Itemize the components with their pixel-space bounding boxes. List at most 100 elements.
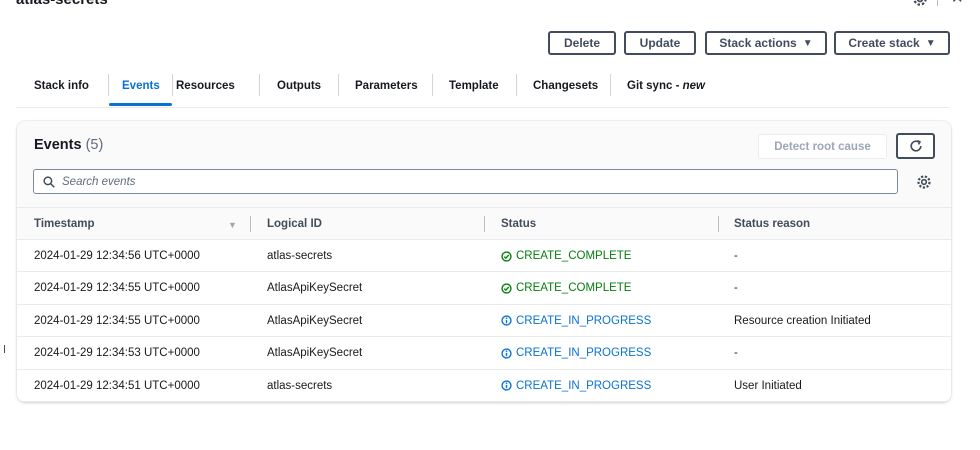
column-divider[interactable] [718, 216, 719, 232]
table-row: 2024-01-29 12:34:55 UTC+0000 AtlasApiKeyS… [17, 272, 951, 305]
create-stack-label: Create stack [848, 36, 920, 50]
cell-status: CREATE_IN_PROGRESS [501, 370, 651, 402]
tab-label: Outputs [277, 80, 322, 92]
info-circle-icon [501, 380, 512, 391]
table-row: 2024-01-29 12:34:55 UTC+0000 AtlasApiKeyS… [17, 304, 951, 338]
column-header-timestamp[interactable]: Timestamp [34, 208, 95, 240]
column-header-status[interactable]: Status [501, 208, 536, 240]
tab-label: Parameters [355, 80, 418, 92]
delete-button[interactable]: Delete [548, 31, 616, 55]
tab-stack-info[interactable]: Stack info [34, 68, 89, 104]
search-events-field[interactable] [33, 169, 898, 194]
status-text: CREATE_IN_PROGRESS [516, 314, 652, 327]
tab-divider [338, 74, 339, 96]
cell-logical-id: AtlasApiKeySecret [267, 314, 363, 327]
edge-marker [4, 345, 5, 353]
tab-template[interactable]: Template [449, 68, 499, 104]
column-header-logical-id[interactable]: Logical ID [267, 208, 322, 240]
gear-icon[interactable] [916, 174, 932, 190]
tab-outputs[interactable]: Outputs [277, 68, 321, 104]
tab-divider [610, 74, 611, 96]
column-header-status-reason[interactable]: Status reason [734, 208, 810, 240]
events-panel: Events (5) Detect root cause Timestamp ▼ [17, 121, 951, 402]
gear-icon[interactable] [911, 0, 929, 8]
cell-timestamp: 2024-01-29 12:34:55 UTC+0000 [34, 314, 200, 327]
new-badge: new [682, 80, 705, 92]
cell-status: CREATE_COMPLETE [501, 240, 631, 272]
detect-root-cause-button[interactable]: Detect root cause [758, 134, 887, 159]
status-text: CREATE_IN_PROGRESS [516, 347, 652, 360]
header-divider [937, 0, 938, 6]
tab-changesets[interactable]: Changesets [533, 68, 598, 104]
status-text: CREATE_COMPLETE [516, 250, 632, 262]
column-header-label: Status [501, 218, 537, 230]
events-panel-header: Events (5) Detect root cause [17, 121, 951, 207]
tab-label: Template [449, 80, 499, 92]
info-circle-icon [501, 315, 512, 326]
cell-status-reason: Resource creation Initiated [734, 314, 871, 327]
tab-label: Events [122, 80, 160, 92]
events-count: (5) [85, 137, 104, 153]
cell-logical-id: AtlasApiKeySecret [267, 347, 363, 360]
cell-status-reason: - [734, 347, 738, 360]
status-text: CREATE_IN_PROGRESS [516, 379, 652, 392]
refresh-button[interactable] [896, 133, 935, 159]
check-circle-icon [501, 250, 512, 262]
tab-divider [516, 74, 517, 96]
stack-actions-label: Stack actions [719, 36, 797, 50]
tab-label: Stack info [34, 80, 89, 92]
delete-button-label: Delete [563, 36, 601, 50]
cell-timestamp: 2024-01-29 12:34:51 UTC+0000 [34, 379, 200, 392]
cell-status: CREATE_IN_PROGRESS [501, 305, 651, 337]
refresh-icon [909, 139, 922, 152]
events-title: Events [34, 137, 82, 153]
tab-divider [172, 74, 173, 96]
tab-label: Git sync - [627, 80, 680, 92]
table-row: 2024-01-29 12:34:56 UTC+0000 atlas-secret… [17, 240, 951, 273]
table-row: 2024-01-29 12:34:51 UTC+0000 atlas-secret… [17, 369, 951, 402]
update-button[interactable]: Update [624, 31, 696, 55]
cell-timestamp: 2024-01-29 12:34:53 UTC+0000 [34, 347, 200, 360]
create-stack-button[interactable]: Create stack ▼ [834, 31, 950, 55]
events-heading: Events (5) [34, 137, 103, 153]
tab-divider [108, 74, 109, 96]
search-input[interactable] [62, 175, 882, 188]
cell-timestamp: 2024-01-29 12:34:56 UTC+0000 [34, 250, 200, 262]
cell-status-reason: - [734, 282, 738, 295]
close-icon[interactable]: ✕ [951, 0, 964, 8]
page-title: atlas-secrets [16, 0, 108, 8]
table-row: 2024-01-29 12:34:53 UTC+0000 AtlasApiKeyS… [17, 337, 951, 370]
info-circle-icon [501, 348, 512, 359]
table-header-row: Timestamp ▼ Logical ID Status Status rea… [17, 207, 951, 240]
tab-parameters[interactable]: Parameters [355, 68, 418, 104]
tab-label: Resources [176, 80, 235, 92]
update-button-label: Update [639, 36, 681, 50]
cell-logical-id: AtlasApiKeySecret [267, 282, 363, 295]
tab-resources[interactable]: Resources [176, 68, 235, 104]
cell-timestamp: 2024-01-29 12:34:55 UTC+0000 [34, 282, 200, 295]
column-header-label: Status reason [734, 218, 811, 230]
tab-label: Changesets [533, 80, 599, 92]
caret-down-icon: ▼ [802, 37, 813, 49]
tabs-divider [16, 107, 950, 108]
cell-status: CREATE_COMPLETE [501, 272, 631, 304]
tab-divider [432, 74, 433, 96]
stack-actions-button[interactable]: Stack actions ▼ [705, 31, 827, 55]
cell-status-reason: User Initiated [734, 379, 802, 392]
column-divider[interactable] [250, 216, 251, 232]
search-icon [43, 175, 55, 188]
column-divider[interactable] [484, 216, 485, 232]
check-circle-icon [501, 283, 512, 294]
tab-git-sync[interactable]: Git sync - new [627, 68, 705, 104]
table-body: 2024-01-29 12:34:56 UTC+0000 atlas-secret… [17, 240, 951, 402]
caret-down-icon[interactable]: ▼ [228, 220, 237, 230]
events-table: Timestamp ▼ Logical ID Status Status rea… [17, 207, 951, 402]
tab-divider [259, 74, 260, 96]
column-header-label: Logical ID [267, 218, 322, 230]
active-tab-indicator [109, 103, 172, 106]
tab-events[interactable]: Events [122, 68, 160, 104]
caret-down-icon: ▼ [925, 37, 936, 49]
detect-root-cause-label: Detect root cause [774, 140, 871, 153]
cell-logical-id: atlas-secrets [267, 250, 333, 262]
status-text: CREATE_COMPLETE [516, 282, 632, 295]
